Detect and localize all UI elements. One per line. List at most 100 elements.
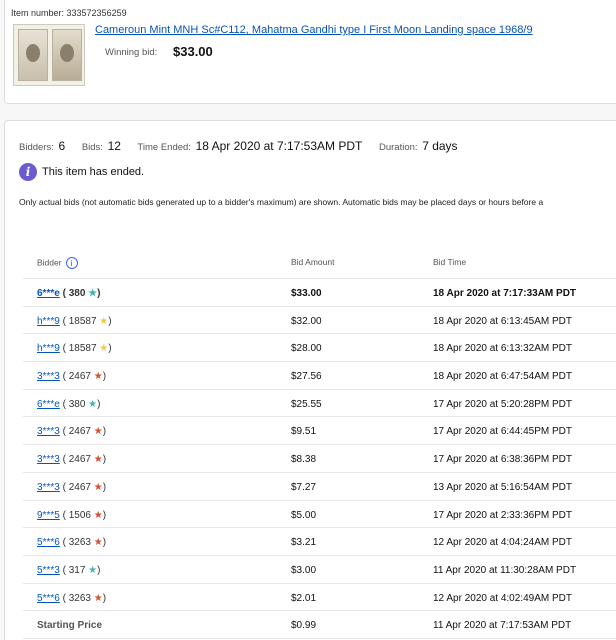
- bidder-link[interactable]: 6***e: [37, 399, 60, 410]
- bidder-link[interactable]: h***9: [37, 343, 60, 354]
- bidder-link[interactable]: 3***3: [37, 426, 60, 437]
- bid-time: 17 Apr 2020 at 2:33:36PM PDT: [433, 509, 572, 521]
- bid-history-table: Bidder i Bid Amount Bid Time 6***e ( 380 …: [23, 245, 616, 639]
- feedback-score: ( 18587 ★): [59, 343, 112, 355]
- star-icon: ★: [93, 454, 103, 466]
- time-ended-label: Time Ended:: [137, 142, 191, 153]
- starting-price-row: Starting Price $0.99 11 Apr 2020 at 7:17…: [23, 611, 616, 639]
- bidder-cell: 3***3 ( 2467 ★): [37, 371, 106, 382]
- bidder-cell: 6***e ( 380 ★): [37, 288, 100, 299]
- winning-bid-value: $33.00: [173, 44, 213, 59]
- bid-amount: $3.00: [291, 564, 317, 576]
- bid-time: 18 Apr 2020 at 7:17:33AM PDT: [433, 288, 577, 299]
- bidder-cell: 3***3 ( 2467 ★): [37, 426, 106, 437]
- table-row: 9***5 ( 1506 ★) $5.00 17 Apr 2020 at 2:33:…: [23, 501, 616, 529]
- bidder-link[interactable]: 5***6: [37, 537, 60, 548]
- bid-time: 17 Apr 2020 at 6:44:45PM PDT: [433, 426, 572, 438]
- bidder-link[interactable]: 3***3: [37, 371, 60, 382]
- feedback-score: ( 317 ★): [59, 564, 101, 576]
- info-icon: i: [19, 163, 37, 181]
- starting-price-label: Starting Price: [37, 620, 103, 632]
- table-body: 6***e ( 380 ★) $33.00 18 Apr 2020 at 7:17:…: [23, 279, 616, 612]
- bids-label: Bids:: [81, 142, 103, 153]
- bidder-link[interactable]: 3***3: [37, 482, 60, 493]
- bid-amount: $28.00: [291, 343, 322, 355]
- bidder-link[interactable]: 3***3: [37, 454, 60, 465]
- stamp-left-image: [18, 29, 48, 81]
- bidder-link[interactable]: 5***6: [37, 593, 60, 604]
- bid-amount: $7.27: [291, 481, 317, 493]
- feedback-score-value: 317: [68, 564, 86, 576]
- star-icon: ★: [99, 343, 109, 355]
- feedback-score: ( 18587 ★): [59, 315, 112, 327]
- star-icon: ★: [93, 426, 103, 438]
- bidder-cell: 9***5 ( 1506 ★): [37, 510, 106, 521]
- item-thumbnail-image[interactable]: [13, 24, 85, 86]
- feedback-score-value: 18587: [68, 343, 97, 355]
- starting-price-amount: $0.99: [291, 620, 317, 632]
- bids-value: 12: [107, 139, 121, 153]
- help-info-icon[interactable]: i: [65, 257, 78, 269]
- bidder-cell: 5***3 ( 317 ★): [37, 565, 100, 576]
- bidder-link[interactable]: h***9: [37, 316, 60, 327]
- bidder-cell: h***9 ( 18587 ★): [37, 316, 112, 327]
- star-icon: ★: [93, 592, 103, 604]
- star-icon: ★: [88, 564, 98, 576]
- table-row: 3***3 ( 2467 ★) $9.51 17 Apr 2020 at 6:44:…: [23, 417, 616, 446]
- bidder-cell: 6***e ( 380 ★): [37, 399, 100, 410]
- star-icon: ★: [93, 537, 103, 549]
- table-row: 6***e ( 380 ★) $33.00 18 Apr 2020 at 7:17:…: [23, 279, 616, 307]
- star-icon: ★: [99, 315, 109, 327]
- bidder-link[interactable]: 5***3: [37, 565, 60, 576]
- feedback-score: ( 3263 ★): [59, 592, 107, 604]
- starting-price-time: 11 Apr 2020 at 7:17:53AM PDT: [433, 620, 572, 632]
- ended-notice: i This item has ended.: [19, 163, 144, 181]
- bid-time: 18 Apr 2020 at 6:47:54AM PDT: [433, 371, 572, 383]
- feedback-score-value: 1506: [68, 509, 91, 521]
- table-row: 5***6 ( 3263 ★) $3.21 12 Apr 2020 at 4:04:…: [23, 528, 616, 556]
- bids-note: Only actual bids (not automatic bids gen…: [19, 197, 544, 207]
- bid-amount: $9.51: [291, 426, 317, 438]
- feedback-score: ( 2467 ★): [59, 454, 107, 466]
- item-summary-card: Item number: 333572356259 Cameroun Mint …: [4, 0, 616, 104]
- bid-amount: $32.00: [291, 315, 322, 327]
- star-icon: ★: [88, 288, 98, 299]
- bid-amount: $25.55: [291, 398, 322, 410]
- duration-label: Duration:: [379, 142, 418, 153]
- item-number: Item number: 333572356259: [11, 8, 127, 18]
- bid-time: 17 Apr 2020 at 5:20:28PM PDT: [433, 398, 572, 410]
- bidders-label: Bidders:: [19, 142, 54, 153]
- feedback-score-value: 18587: [68, 315, 97, 327]
- bid-time: 11 Apr 2020 at 11:30:28AM PDT: [433, 564, 577, 576]
- bidder-link[interactable]: 9***5: [37, 510, 60, 521]
- feedback-score: ( 380 ★): [59, 398, 101, 410]
- header-bidder-label: Bidder: [37, 257, 62, 268]
- bid-time: 12 Apr 2020 at 4:04:24AM PDT: [433, 537, 572, 549]
- bid-amount: $33.00: [291, 288, 322, 299]
- bidder-link[interactable]: 6***e: [37, 288, 60, 299]
- feedback-score-value: 2467: [68, 371, 91, 383]
- table-row: 3***3 ( 2467 ★) $27.56 18 Apr 2020 at 6:47…: [23, 362, 616, 390]
- bidder-cell: 3***3 ( 2467 ★): [37, 482, 106, 493]
- bid-amount: $27.56: [291, 371, 322, 383]
- feedback-score-value: 2467: [68, 454, 91, 466]
- item-title-link[interactable]: Cameroun Mint MNH Sc#C112, Mahatma Gandh…: [95, 24, 533, 36]
- header-bid-amount: Bid Amount: [291, 257, 335, 267]
- winning-bid-label: Winning bid:: [105, 47, 158, 58]
- bid-time: 13 Apr 2020 at 5:16:54AM PDT: [433, 481, 572, 493]
- stamp-right-image: [52, 29, 82, 81]
- header-bid-time: Bid Time: [433, 257, 467, 267]
- bidder-cell: h***9 ( 18587 ★): [37, 343, 112, 354]
- table-row: 6***e ( 380 ★) $25.55 17 Apr 2020 at 5:20:…: [23, 390, 616, 418]
- bidder-cell: 5***6 ( 3263 ★): [37, 537, 106, 548]
- table-row: 5***6 ( 3263 ★) $2.01 12 Apr 2020 at 4:02:…: [23, 584, 616, 612]
- feedback-score: ( 2467 ★): [59, 481, 107, 493]
- feedback-score: ( 2467 ★): [59, 371, 107, 383]
- table-row: 3***3 ( 2467 ★) $7.27 13 Apr 2020 at 5:16:…: [23, 473, 616, 501]
- feedback-score-value: 3263: [68, 537, 91, 549]
- table-row: 5***3 ( 317 ★) $3.00 11 Apr 2020 at 11:30:…: [23, 556, 616, 584]
- feedback-score: ( 2467 ★): [59, 426, 107, 438]
- bidder-cell: 5***6 ( 3263 ★): [37, 593, 106, 604]
- time-ended-value: 18 Apr 2020 at 7:17:53AM PDT: [195, 139, 363, 153]
- bid-amount: $3.21: [291, 537, 317, 549]
